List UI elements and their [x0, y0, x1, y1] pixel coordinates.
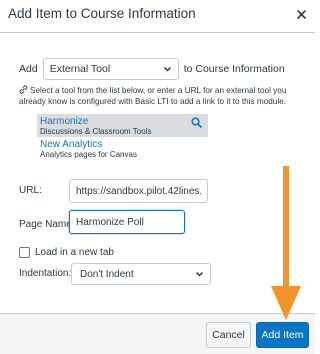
cancel-button[interactable]: Cancel [206, 322, 251, 348]
indentation-value: Don't Indent [80, 268, 134, 280]
url-input[interactable] [69, 179, 208, 203]
chevron-down-icon [195, 271, 204, 277]
help-text-content: Select a tool from the list below, or en… [19, 86, 287, 106]
link-icon [19, 85, 28, 94]
add-prefix-label: Add [19, 63, 38, 75]
tool-item-harmonize[interactable]: Harmonize Discussions & Classroom Tools [37, 114, 208, 137]
chevron-down-icon [163, 66, 171, 72]
add-item-button[interactable]: Add Item [256, 322, 309, 348]
item-type-select[interactable]: External Tool [42, 58, 179, 80]
indentation-label: Indentation: [19, 268, 72, 279]
annotation-arrow [271, 166, 301, 320]
new-tab-label: Load in a new tab [35, 247, 114, 258]
close-icon[interactable] [295, 8, 307, 20]
dialog-title: Add Item to Course Information [8, 6, 196, 21]
tool-name: New Analytics [40, 139, 103, 150]
indentation-select[interactable]: Don't Indent [71, 263, 211, 285]
tool-name: Harmonize [40, 116, 89, 127]
page-name-label: Page Name: [19, 219, 75, 230]
help-text: Select a tool from the list below, or en… [19, 85, 301, 107]
search-icon[interactable] [191, 117, 202, 128]
tool-list: Harmonize Discussions & Classroom Tools … [37, 114, 208, 160]
new-tab-checkbox[interactable] [19, 247, 30, 258]
item-type-value: External Tool [49, 63, 111, 75]
add-type-row: Add External Tool to Course Information [19, 57, 285, 81]
new-tab-option[interactable]: Load in a new tab [19, 247, 114, 258]
page-name-input[interactable] [69, 210, 185, 234]
tool-item-new-analytics[interactable]: New Analytics Analytics pages for Canvas [37, 137, 208, 160]
dialog-header: Add Item to Course Information [0, 0, 315, 33]
tool-description: Discussions & Classroom Tools [40, 127, 152, 136]
url-label: URL: [19, 185, 42, 196]
add-suffix-label: to Course Information [183, 63, 285, 75]
add-item-dialog: Add Item to Course Information Add Exter… [0, 0, 315, 354]
tool-description: Analytics pages for Canvas [40, 150, 137, 159]
